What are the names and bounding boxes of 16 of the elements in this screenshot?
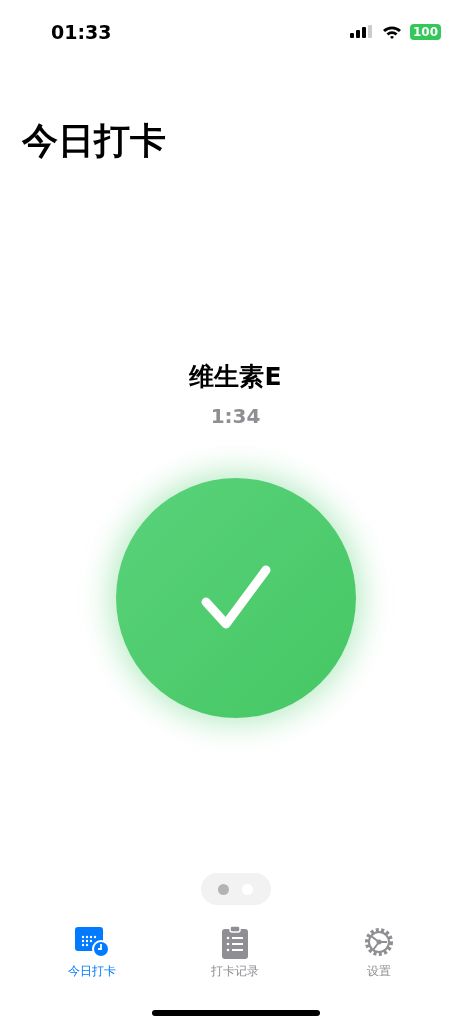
- page-indicator[interactable]: [200, 873, 271, 905]
- tab[interactable]: 设置: [334, 925, 425, 980]
- tab[interactable]: 打卡记录: [190, 925, 281, 980]
- checkin-time: 1:34: [210, 404, 261, 428]
- wifi-icon: [381, 25, 402, 39]
- tab[interactable]: 今日打卡: [46, 925, 137, 980]
- status-time: 01:33: [51, 21, 112, 43]
- checkin-button[interactable]: [115, 478, 356, 718]
- signal-icon: [349, 25, 374, 39]
- calendar-icon: [74, 925, 109, 959]
- settings-icon: [363, 925, 396, 959]
- page-title: 今日打卡: [22, 119, 167, 163]
- item-name: 维生素E: [189, 361, 282, 393]
- clipboard-icon: [222, 925, 249, 959]
- page-dot[interactable]: [218, 883, 229, 895]
- battery-level: 100: [409, 24, 441, 40]
